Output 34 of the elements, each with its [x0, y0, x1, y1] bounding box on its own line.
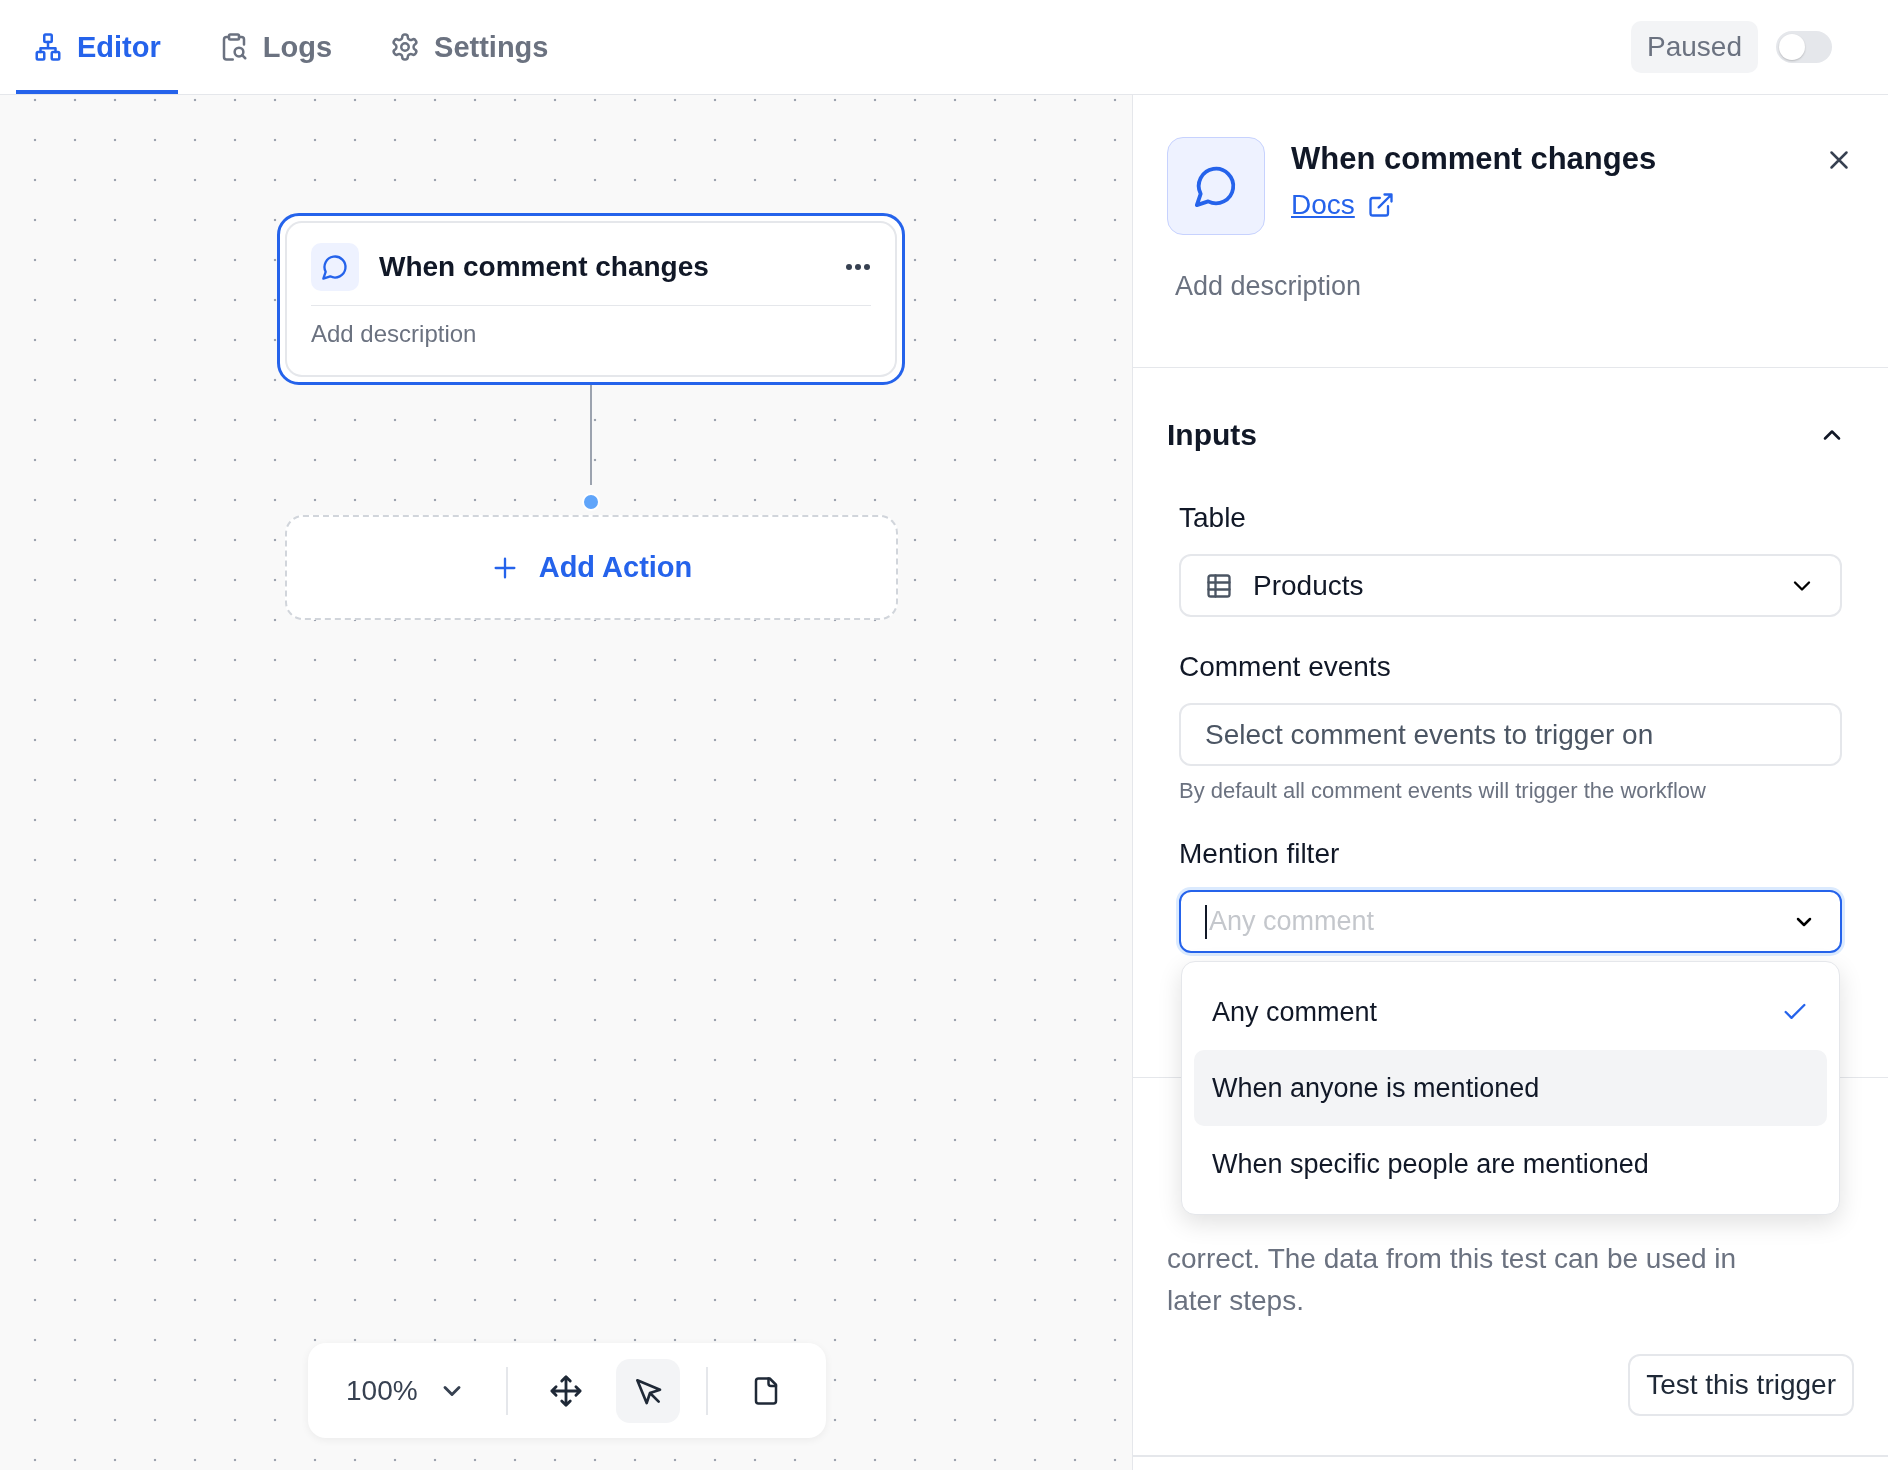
field-label: Comment events	[1179, 651, 1392, 683]
test-description: correct. The data from this test can be used in later steps.	[1167, 1242, 1738, 1318]
add-action-button[interactable]: Add Action	[285, 515, 898, 620]
hierarchy-icon	[33, 32, 63, 62]
field-label: Mention filter	[1179, 838, 1341, 870]
connection-port[interactable]	[582, 493, 600, 511]
field-label: Table	[1179, 502, 1247, 534]
settings-icon	[390, 32, 421, 62]
menu-option[interactable]: When anyone is mentioned	[1194, 1050, 1827, 1126]
mention-filter-field[interactable]: Any comment	[1209, 906, 1772, 937]
menu-option[interactable]: When specific people are mentioned	[1194, 1126, 1827, 1202]
more-button[interactable]	[845, 263, 871, 271]
table-select[interactable]: Products	[1179, 554, 1842, 617]
mention-filter-combobox[interactable]: Any comment	[1179, 890, 1842, 953]
tab[interactable]: Settings	[373, 0, 566, 94]
panel-title: When comment changes	[1291, 141, 1658, 177]
section-header[interactable]: Inputs	[1167, 418, 1854, 452]
help-text: By default all comment events will trigger the workflow	[1179, 778, 1707, 804]
tool-button[interactable]	[615, 1358, 680, 1423]
external-link-icon	[1366, 191, 1395, 219]
table-icon	[1205, 571, 1233, 600]
test-trigger-button[interactable]: Test this trigger	[1628, 1354, 1854, 1416]
zoom-select[interactable]: 100%	[332, 1374, 480, 1407]
toggle-switch[interactable]	[1776, 31, 1832, 63]
status-badge: Paused	[1631, 21, 1758, 73]
tab[interactable]: Logs	[201, 0, 350, 94]
node-title: When comment changes	[379, 251, 710, 283]
docs-link[interactable]: Docs	[1291, 189, 1395, 221]
trigger-node[interactable]: When comment changes Add description	[277, 213, 905, 385]
menu-option[interactable]: Any comment	[1194, 974, 1827, 1050]
speech-bubble-icon	[321, 253, 349, 281]
node-description: Add description	[311, 320, 478, 348]
move-icon	[548, 1373, 583, 1408]
comment-events-field[interactable]: Select comment events to trigger on	[1179, 703, 1842, 766]
